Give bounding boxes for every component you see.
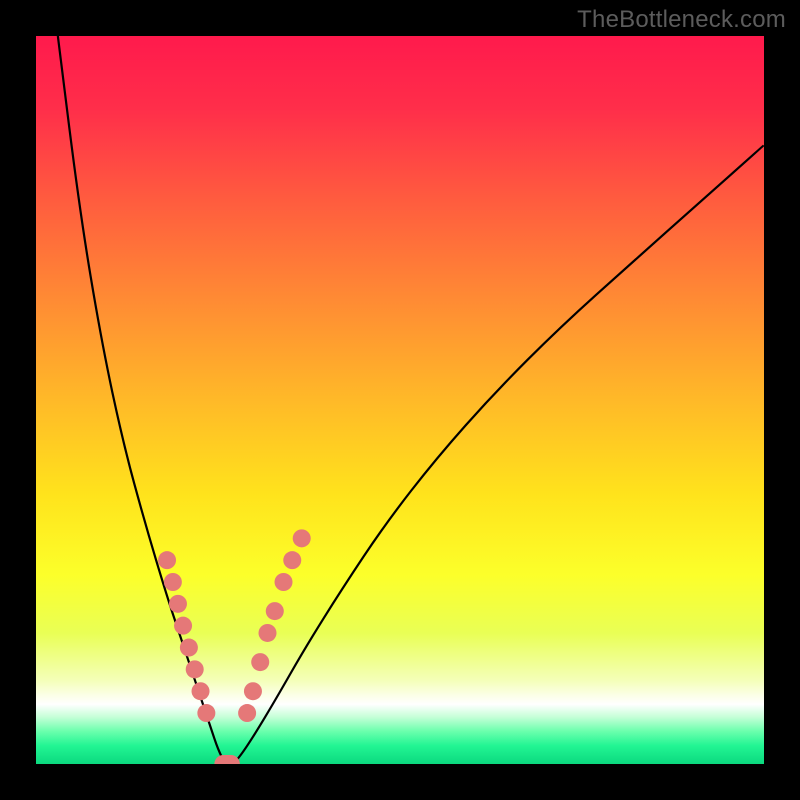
sample-dot	[174, 617, 192, 635]
sample-dot	[197, 704, 215, 722]
watermark-label: TheBottleneck.com	[577, 6, 786, 34]
sample-dot	[283, 551, 301, 569]
sample-dot	[293, 529, 311, 547]
sample-dot	[251, 653, 269, 671]
sample-dot	[192, 682, 210, 700]
chart-frame: TheBottleneck.com	[0, 0, 800, 800]
sample-dot	[238, 704, 256, 722]
sample-dot	[186, 660, 204, 678]
sample-dot	[275, 573, 293, 591]
sample-dot	[169, 595, 187, 613]
sample-dot	[164, 573, 182, 591]
sample-dot	[244, 682, 262, 700]
sample-dot	[180, 639, 198, 657]
bottleneck-plot	[36, 36, 764, 764]
sample-dot	[158, 551, 176, 569]
sample-dot	[259, 624, 277, 642]
gradient-background	[36, 36, 764, 764]
sample-dot	[266, 602, 284, 620]
